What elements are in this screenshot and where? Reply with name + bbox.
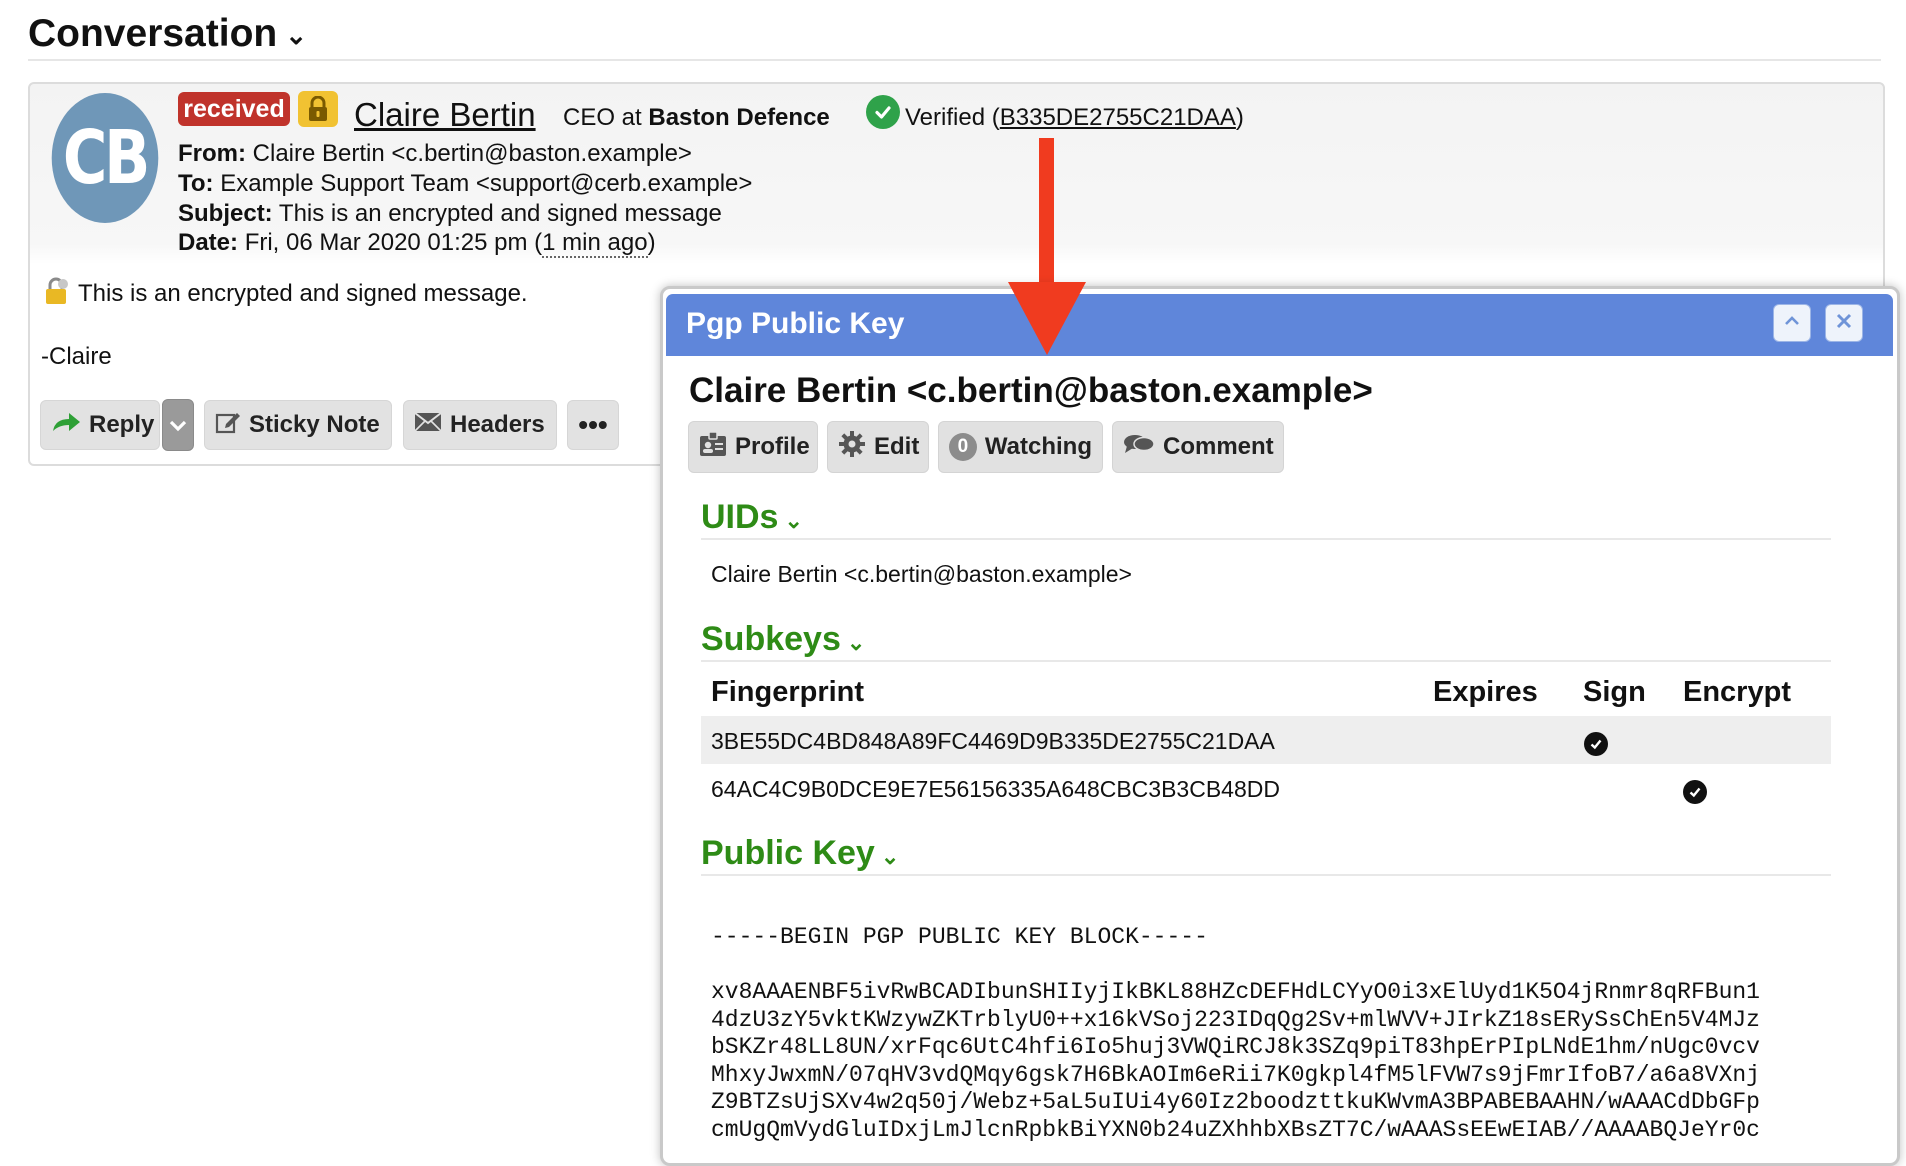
profile-card-icon <box>699 430 727 464</box>
comment-bubbles-icon <box>1123 432 1155 463</box>
message-body-signature: -Claire <box>41 343 112 370</box>
record-heading: Claire Bertin <c.bertin@baston.example> <box>689 371 1373 410</box>
column-header-expires: Expires <box>1433 676 1538 708</box>
watchers-count-badge: 0 <box>949 433 977 461</box>
column-header-fingerprint: Fingerprint <box>711 676 865 708</box>
sender-org[interactable]: Baston Defence <box>648 104 829 131</box>
verified-label: Verified <box>905 104 986 131</box>
verified-check-icon <box>866 95 900 129</box>
message-body-line: This is an encrypted and signed message. <box>78 280 528 307</box>
reply-arrow-icon <box>51 411 81 440</box>
conversation-title[interactable]: Conversation ⌄ <box>28 12 307 56</box>
subkeys-section-toggle[interactable]: Subkeys ⌄ <box>701 620 865 659</box>
chevron-down-icon: ⌄ <box>784 508 803 533</box>
sender-name-link[interactable]: Claire Bertin <box>354 96 536 134</box>
header-from: From: Claire Bertin <c.bertin@baston.exa… <box>178 140 692 168</box>
date-close: ) <box>647 229 656 256</box>
edit-note-icon <box>215 409 241 442</box>
subject-label: Subject: <box>178 200 273 227</box>
close-button[interactable] <box>1825 304 1863 342</box>
reply-label: Reply <box>89 411 155 438</box>
section-divider <box>701 538 1831 540</box>
avatar-initials: CB <box>62 115 151 201</box>
to-label: To: <box>178 170 214 197</box>
from-label: From: <box>178 140 246 167</box>
reply-button[interactable]: Reply <box>40 400 160 450</box>
conversation-title-text: Conversation <box>28 12 278 55</box>
annotation-arrow-head <box>1008 282 1086 355</box>
subkey-fingerprint: 64AC4C9B0DCE9E7E56156335A648CBC3B3CB48DD <box>711 776 1280 802</box>
signed-lock-icon <box>41 276 71 313</box>
profile-button[interactable]: Profile <box>688 421 818 473</box>
sign-check-icon <box>1584 732 1608 756</box>
to-value: Example Support Team <support@cerb.examp… <box>220 170 753 197</box>
reply-options-dropdown[interactable] <box>162 399 194 451</box>
public-key-block[interactable]: -----BEGIN PGP PUBLIC KEY BLOCK----- xv8… <box>711 924 1760 1144</box>
more-dots-icon: ••• <box>578 409 608 440</box>
section-divider <box>28 59 1881 61</box>
more-options-button[interactable]: ••• <box>567 400 619 450</box>
popup-title: Pgp Public Key <box>686 307 905 340</box>
date-value: Fri, 06 Mar 2020 01:25 pm ( <box>244 229 543 256</box>
chevron-down-icon: ⌄ <box>880 844 900 869</box>
chevron-up-icon <box>1784 314 1800 332</box>
close-icon <box>1836 313 1852 334</box>
headers-label: Headers <box>450 411 545 438</box>
subkeys-title: Subkeys <box>701 620 841 658</box>
edit-label: Edit <box>874 433 920 460</box>
edit-button[interactable]: Edit <box>827 421 929 473</box>
profile-label: Profile <box>735 433 810 460</box>
sender-title: CEO at Baston Defence <box>563 104 830 132</box>
envelope-icon <box>414 411 442 439</box>
section-divider <box>701 874 1831 876</box>
avatar[interactable]: CB <box>51 93 159 223</box>
subject-value: This is an encrypted and signed message <box>278 200 722 227</box>
headers-button[interactable]: Headers <box>403 400 557 450</box>
chevron-down-icon[interactable]: ⌄ <box>285 20 307 50</box>
subkey-fingerprint: 3BE55DC4BD848A89FC4469D9B335DE2755C21DAA <box>711 728 1275 754</box>
column-header-encrypt: Encrypt <box>1683 676 1791 708</box>
watching-button[interactable]: 0 Watching <box>938 421 1103 473</box>
public-key-title: Public Key <box>701 834 875 872</box>
from-value: Claire Bertin <c.bertin@baston.example> <box>252 140 692 167</box>
gear-icon <box>838 430 866 465</box>
uid-item: Claire Bertin <c.bertin@baston.example> <box>711 561 1132 587</box>
column-header-sign: Sign <box>1583 676 1646 708</box>
encrypt-check-icon <box>1683 780 1707 804</box>
verified-fingerprint-link[interactable]: B335DE2755C21DAA <box>1000 104 1236 131</box>
section-divider <box>701 660 1831 662</box>
date-label: Date: <box>178 229 239 256</box>
collapse-button[interactable] <box>1773 304 1811 342</box>
verified-signature: Verified (B335DE2755C21DAA) <box>905 104 1244 131</box>
uids-title: UIDs <box>701 498 779 536</box>
comment-label: Comment <box>1163 433 1274 460</box>
chevron-down-icon <box>169 411 187 439</box>
sticky-note-label: Sticky Note <box>249 411 380 438</box>
comment-button[interactable]: Comment <box>1112 421 1284 473</box>
status-badge-received: received <box>178 92 290 126</box>
header-subject: Subject: This is an encrypted and signed… <box>178 200 722 228</box>
annotation-arrow <box>1039 138 1054 288</box>
header-date: Date: Fri, 06 Mar 2020 01:25 pm (1 min a… <box>178 229 656 258</box>
uids-section-toggle[interactable]: UIDs ⌄ <box>701 498 803 537</box>
encrypted-lock-icon <box>298 91 338 127</box>
public-key-section-toggle[interactable]: Public Key ⌄ <box>701 834 899 873</box>
watching-label: Watching <box>984 433 1092 460</box>
sticky-note-button[interactable]: Sticky Note <box>204 400 392 450</box>
header-to: To: Example Support Team <support@cerb.e… <box>178 170 752 198</box>
chevron-down-icon: ⌄ <box>846 630 866 655</box>
sender-role: CEO at <box>563 104 642 131</box>
date-relative: 1 min ago <box>542 229 648 258</box>
